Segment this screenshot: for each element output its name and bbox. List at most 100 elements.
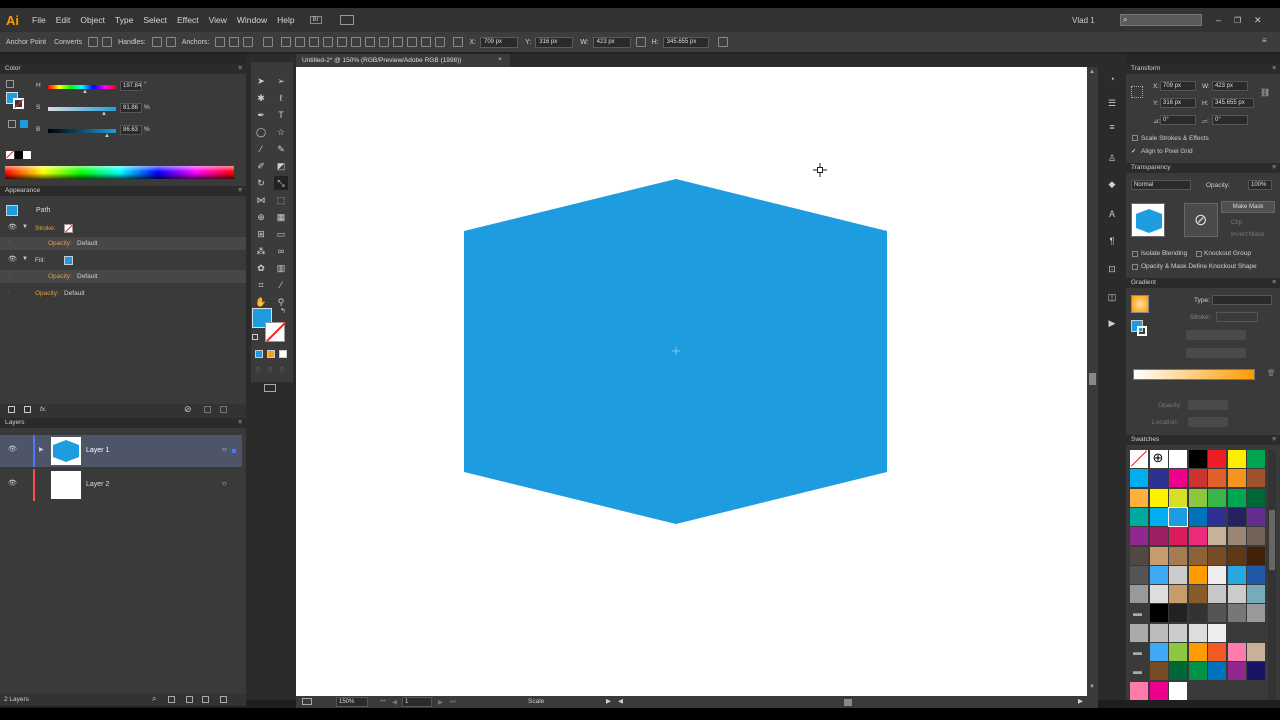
color-swatch[interactable]: [1247, 546, 1265, 565]
color-swatch[interactable]: [1208, 643, 1226, 661]
expand-triangle-icon[interactable]: ▼: [22, 224, 28, 230]
distribute-bottom-icon[interactable]: [393, 37, 404, 47]
stroke-row[interactable]: 👁 ▼ Stroke:: [0, 222, 246, 235]
hand-tool-icon[interactable]: ✋: [254, 295, 268, 309]
character-panel-icon[interactable]: A: [1105, 207, 1119, 221]
scroll-thumb[interactable]: [1089, 373, 1096, 385]
stroke-color-swatch[interactable]: [13, 98, 24, 109]
layer-name[interactable]: Layer 2: [86, 481, 109, 488]
color-swatch[interactable]: [1130, 469, 1148, 488]
star-tool-icon[interactable]: ☆: [274, 125, 288, 139]
artboard-navigator-icon[interactable]: [302, 698, 312, 705]
convert-corner-icon[interactable]: [88, 37, 99, 47]
stroke-gradient-buttons[interactable]: [1216, 312, 1258, 322]
color-swatch[interactable]: [1169, 450, 1187, 468]
shape-builder-tool-icon[interactable]: ⊕: [254, 210, 268, 224]
visibility-eye-icon[interactable]: 👁: [8, 255, 17, 263]
clipping-mask-icon[interactable]: [168, 696, 175, 703]
visibility-eye-icon[interactable]: ◦: [8, 239, 10, 245]
expand-triangle-icon[interactable]: ▶: [39, 446, 44, 453]
paragraph-panel-icon[interactable]: ¶: [1105, 234, 1119, 248]
color-swatch[interactable]: [1208, 604, 1226, 623]
color-swatch[interactable]: [1227, 546, 1246, 565]
aspect-ratio-field[interactable]: [1186, 348, 1246, 358]
color-swatch[interactable]: [1169, 681, 1187, 700]
color-swatch[interactable]: [1227, 585, 1246, 604]
menu-help[interactable]: Help: [277, 15, 294, 25]
ellipse-tool-icon[interactable]: ◯: [254, 125, 268, 139]
object-thumbnail[interactable]: [1131, 203, 1165, 237]
color-swatch[interactable]: [1169, 643, 1187, 661]
color-swatch[interactable]: [1247, 643, 1265, 661]
hue-field[interactable]: 197.84: [120, 81, 142, 91]
align-vcenter-icon[interactable]: [337, 37, 348, 47]
distribute-right-icon[interactable]: [435, 37, 446, 47]
user-name[interactable]: Vlad 1: [1072, 16, 1095, 25]
x-field[interactable]: 709 px: [480, 36, 518, 48]
remove-anchor-icon[interactable]: [215, 37, 226, 47]
scroll-down-icon[interactable]: ▼: [1089, 684, 1095, 690]
isolate-icon[interactable]: [263, 37, 274, 47]
menu-file[interactable]: File: [32, 15, 46, 25]
object-opacity-row[interactable]: ◦ Opacity: Default: [0, 287, 246, 300]
color-swatch[interactable]: [1169, 585, 1187, 604]
reference-point-icon[interactable]: [1131, 86, 1143, 98]
web-safe-icon[interactable]: [8, 120, 16, 128]
opacity-label[interactable]: Opacity:: [48, 273, 72, 280]
default-colors-icon[interactable]: [6, 80, 14, 88]
color-swatch[interactable]: [1169, 469, 1187, 488]
close-icon[interactable]: ✕: [1254, 15, 1262, 26]
artboard-number-field[interactable]: 1: [402, 697, 432, 707]
brightness-slider-thumb[interactable]: ▲: [104, 133, 110, 139]
registration-swatch[interactable]: ⊕: [1149, 450, 1168, 468]
color-swatch[interactable]: [1169, 488, 1187, 507]
opacity-label[interactable]: Opacity:: [48, 240, 72, 247]
stroke-none-swatch[interactable]: [64, 224, 73, 233]
y-field[interactable]: 316 px: [535, 36, 574, 48]
first-artboard-icon[interactable]: ⏮: [380, 698, 386, 706]
color-swatch[interactable]: [1247, 681, 1265, 700]
gradient-mode-icon[interactable]: [267, 350, 275, 358]
panel-menu-icon[interactable]: ≡: [1272, 163, 1276, 173]
color-swatch[interactable]: [1247, 450, 1265, 468]
color-swatch[interactable]: [1169, 604, 1187, 623]
stroke-opacity-row[interactable]: ◦ Opacity: Default: [0, 237, 246, 250]
graph-tool-icon[interactable]: ▥: [274, 261, 288, 275]
perspective-grid-tool-icon[interactable]: ▦: [274, 210, 288, 224]
panel-menu-icon[interactable]: ≡: [1272, 278, 1276, 288]
color-swatch[interactable]: [1188, 469, 1207, 488]
align-left-icon[interactable]: [281, 37, 292, 47]
default-fill-stroke-icon[interactable]: [252, 334, 258, 340]
brightness-field[interactable]: 86.63: [120, 125, 142, 135]
color-swatch[interactable]: [1247, 527, 1265, 546]
visibility-eye-icon[interactable]: ◦: [8, 289, 10, 295]
gradient-type-select[interactable]: [1212, 295, 1272, 305]
selection-tool-icon[interactable]: ➤: [254, 74, 268, 88]
color-swatch[interactable]: [1208, 585, 1226, 604]
opacity-label[interactable]: Opacity:: [35, 290, 59, 297]
connect-anchor-icon[interactable]: [229, 37, 240, 47]
gradient-preview[interactable]: [1131, 295, 1149, 313]
eyedropper-tool-icon[interactable]: ⁂: [254, 244, 268, 258]
panel-menu-icon[interactable]: ≡: [238, 64, 242, 74]
color-swatch[interactable]: [1247, 488, 1265, 507]
color-swatch[interactable]: [1168, 506, 1188, 527]
zoom-field[interactable]: 150%: [336, 697, 368, 707]
fill-opacity-row[interactable]: ◦ Opacity: Default: [0, 270, 246, 283]
symbols-panel-icon[interactable]: ☰: [1105, 96, 1119, 110]
vertical-scrollbar[interactable]: ▲ ▼: [1087, 67, 1098, 696]
color-swatch[interactable]: [1149, 681, 1168, 700]
none-swatch[interactable]: [1130, 450, 1148, 468]
align-top-icon[interactable]: [323, 37, 334, 47]
panel-menu-icon[interactable]: ≡: [238, 186, 242, 196]
distribute-left-icon[interactable]: [407, 37, 418, 47]
hide-handles-icon[interactable]: [165, 37, 176, 47]
align-hcenter-icon[interactable]: [295, 37, 306, 47]
status-menu-icon[interactable]: ▶: [606, 697, 611, 705]
color-mode-icon[interactable]: [255, 350, 263, 358]
color-swatch[interactable]: [1208, 662, 1226, 681]
knockout-group-checkbox[interactable]: [1196, 251, 1202, 257]
artboard-canvas[interactable]: [296, 67, 1087, 696]
visibility-eye-icon[interactable]: 👁: [8, 479, 17, 487]
shear-field[interactable]: 0°: [1212, 115, 1248, 125]
